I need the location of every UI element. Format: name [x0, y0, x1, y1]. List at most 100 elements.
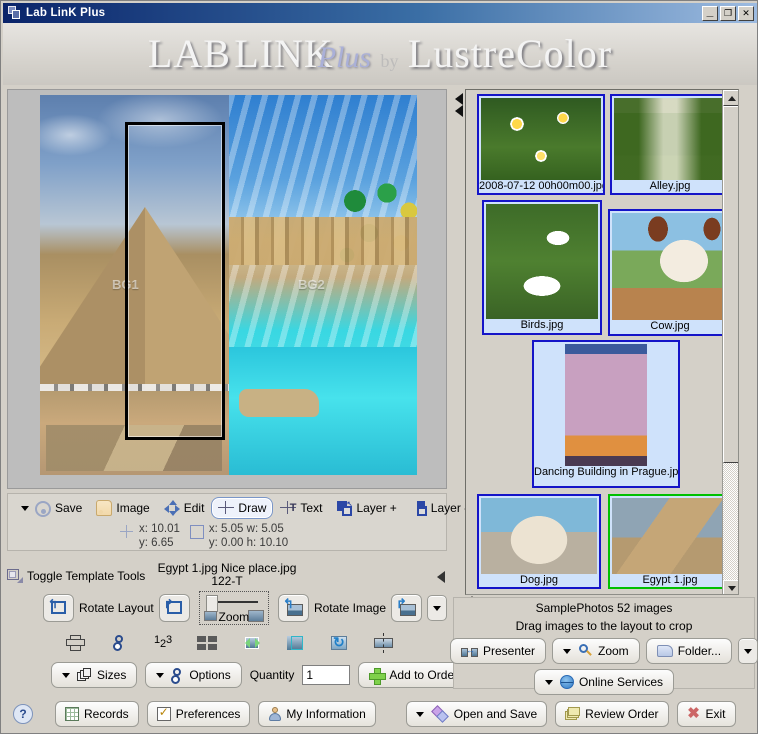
zoom-button[interactable]: Zoom	[552, 638, 640, 664]
folder-dropdown-button[interactable]	[738, 638, 758, 664]
grid-layout-icon[interactable]	[197, 633, 219, 653]
maximize-icon: ❐	[723, 7, 733, 18]
panel-collapse-arrows[interactable]	[453, 89, 465, 605]
options-label: Options	[189, 668, 231, 682]
list-item[interactable]: Egypt 1.jpg	[608, 494, 732, 589]
online-services-button[interactable]: Online Services	[533, 669, 675, 695]
exit-x-icon: ✖	[687, 705, 700, 722]
thumbnail-label: Alley.jpg	[649, 180, 691, 192]
fit-image-icon[interactable]	[241, 633, 263, 653]
layer-add-button[interactable]: ↖ Layer +	[329, 497, 403, 519]
rect-y-height-value: y: 0.00 h: 10.10	[208, 537, 289, 549]
close-button[interactable]: ✕	[738, 5, 754, 21]
list-item[interactable]: Alley.jpg	[610, 94, 730, 195]
rotate-image-ccw-button[interactable]: ↰	[277, 594, 309, 622]
scroll-up-button[interactable]	[723, 90, 738, 106]
crop-image-icon[interactable]	[285, 633, 307, 653]
image-tool-button[interactable]: Image	[89, 497, 156, 519]
options-radio-icon[interactable]	[109, 633, 131, 653]
numbering-icon[interactable]: 1 2 3	[153, 633, 175, 653]
quantity-input[interactable]	[302, 665, 351, 685]
layout-canvas[interactable]: BG1 BG2	[40, 95, 417, 475]
thumbnail-label: 2008-07-12 00h00m00.jpg	[479, 180, 603, 192]
rotate-layout-ccw-button[interactable]: ↰	[43, 594, 74, 622]
zoom-dropdown-caret-icon	[563, 648, 571, 654]
help-button[interactable]: ?	[13, 704, 33, 724]
list-item[interactable]: 2008-07-12 00h00m00.jpg	[477, 94, 605, 195]
list-item[interactable]: Dog.jpg	[477, 494, 601, 589]
thumbnail-label: Dog.jpg	[520, 574, 558, 586]
preferences-button[interactable]: Preferences	[146, 701, 251, 727]
logo-plus: Plus	[317, 41, 372, 74]
sizes-button[interactable]: Sizes	[51, 662, 138, 688]
zoom-slider-track[interactable]	[213, 601, 258, 603]
thumbnail-vertical-scrollbar[interactable]	[722, 90, 738, 594]
online-services-label: Online Services	[578, 675, 664, 689]
rotate-refresh-icon[interactable]: ↻	[329, 633, 351, 653]
rectangle-coord-icon	[189, 525, 204, 539]
records-label: Records	[84, 707, 129, 721]
drag-hint: Drag images to the layout to crop	[515, 619, 693, 633]
thumbnail-image	[612, 498, 728, 574]
close-icon: ✕	[742, 7, 750, 18]
scroll-up-arrow-icon	[728, 96, 736, 101]
presenter-label: Presenter	[482, 644, 535, 658]
preferences-checkbox-icon	[156, 705, 171, 721]
text-tool-button[interactable]: T Text	[273, 497, 329, 519]
presenter-button[interactable]: ↔ Presenter	[449, 638, 546, 664]
layer-remove-icon	[411, 500, 427, 516]
crop-rectangle[interactable]	[125, 122, 225, 440]
cursor-y-value: y: 6.65	[139, 537, 174, 549]
rotate-image-dropdown-button[interactable]	[427, 595, 447, 621]
minimize-button[interactable]: _	[702, 5, 718, 21]
rotate-layout-text: Rotate Layout	[79, 600, 154, 615]
maximize-button[interactable]: ❐	[720, 5, 736, 21]
scrollbar-thumb[interactable]	[723, 106, 738, 463]
flip-layout-icon[interactable]	[65, 633, 87, 653]
layer-add-label: Layer +	[356, 501, 397, 515]
exit-button[interactable]: ✖ Exit	[676, 701, 736, 727]
rotate-dropdown-caret-icon	[433, 605, 441, 611]
options-button[interactable]: Options	[145, 662, 242, 688]
collapse-arrow-bottom-icon[interactable]	[455, 105, 463, 117]
draw-tool-label: Draw	[238, 501, 267, 515]
rect-x-width-value: x: 5.05 w: 5.05	[208, 523, 284, 535]
cursor-x-value: x: 10.01	[139, 523, 180, 535]
list-item[interactable]: Cow.jpg	[608, 209, 732, 336]
move-arrows-icon	[163, 500, 180, 516]
image-browser-panel: 2008-07-12 00h00m00.jpg Alley.jpg Birds.…	[453, 89, 755, 605]
records-button[interactable]: Records	[55, 701, 139, 727]
review-order-button[interactable]: Review Order	[555, 701, 669, 727]
thumbnail-image	[565, 344, 647, 466]
rotate-image-cw-button[interactable]: ↱	[391, 594, 422, 622]
list-item[interactable]: Birds.jpg	[482, 200, 602, 335]
save-tool-button[interactable]: Save	[14, 496, 89, 520]
scrollbar-track[interactable]	[723, 463, 738, 580]
scroll-down-button[interactable]	[723, 580, 738, 594]
application-window: Lab LinK Plus _ ❐ ✕ LAB LINKPlus by Lust…	[0, 0, 758, 734]
collapse-left-arrow-icon[interactable]	[437, 571, 445, 583]
my-information-button[interactable]: My Information	[258, 701, 376, 727]
save-dropdown-caret[interactable]	[21, 505, 29, 511]
open-and-save-label: Open and Save	[453, 707, 538, 721]
draw-tool-button[interactable]: Draw	[211, 497, 274, 519]
template-code: 122-T	[211, 574, 243, 588]
sizes-label: Sizes	[97, 668, 127, 682]
order-stack-icon	[565, 707, 581, 721]
split-image-icon[interactable]	[373, 633, 395, 653]
rotate-layout-cw-button[interactable]: ↱	[158, 594, 190, 622]
zoom-slider[interactable]: Zoom	[198, 591, 269, 625]
folder-button[interactable]: Folder...	[645, 638, 733, 664]
edit-tool-button[interactable]: Edit	[157, 497, 212, 519]
open-save-caret-icon	[415, 711, 424, 717]
list-item[interactable]: Dancing Building in Prague.jpg	[532, 340, 680, 488]
collapse-arrow-top-icon[interactable]	[455, 93, 463, 105]
window-controls: _ ❐ ✕	[702, 5, 755, 21]
thumbnail-label: Dancing Building in Prague.jpg	[534, 466, 678, 478]
layout-workspace[interactable]: BG1 BG2	[7, 89, 447, 489]
presenter-icon: ↔	[460, 645, 478, 657]
person-icon	[268, 707, 282, 721]
plus-icon	[369, 667, 387, 685]
thumbnail-list[interactable]: 2008-07-12 00h00m00.jpg Alley.jpg Birds.…	[465, 89, 739, 595]
open-and-save-button[interactable]: Open and Save	[405, 701, 548, 727]
